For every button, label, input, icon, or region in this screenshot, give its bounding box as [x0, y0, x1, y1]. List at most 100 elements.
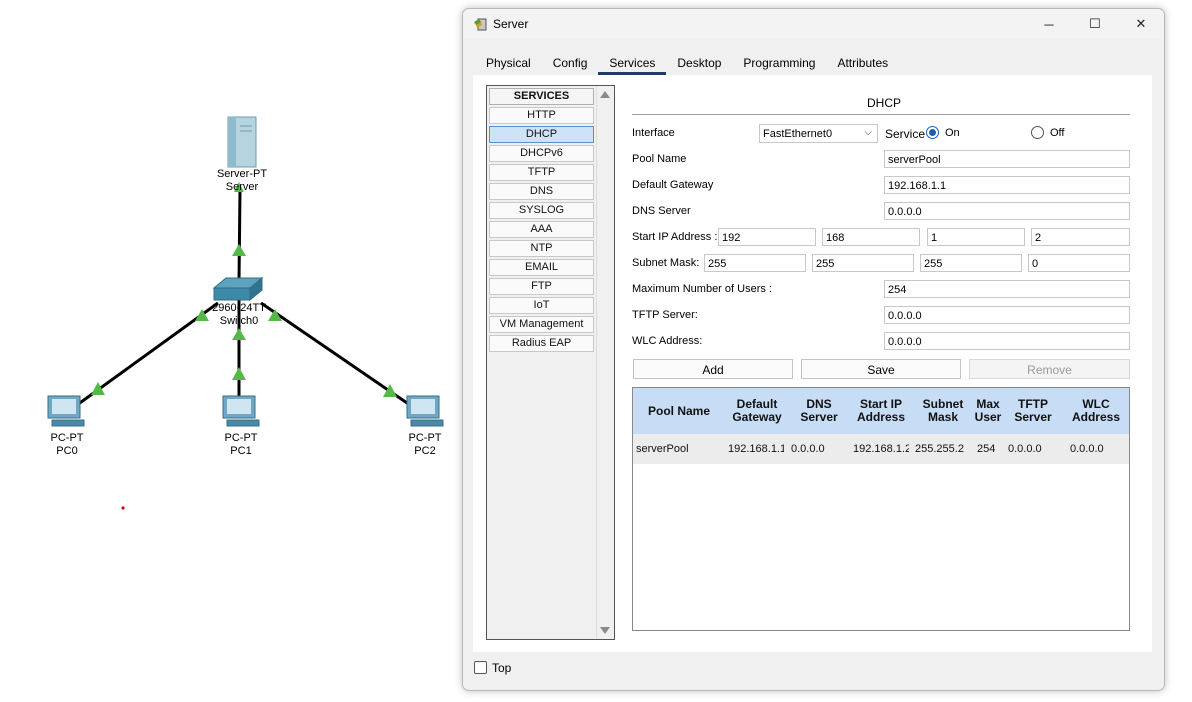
- service-iot[interactable]: IoT: [489, 297, 594, 314]
- max-users-field[interactable]: 254: [884, 280, 1130, 298]
- wlc-address-label: WLC Address:: [632, 335, 703, 347]
- pool-name-field[interactable]: serverPool: [884, 150, 1130, 168]
- cell-pool-name: serverPool: [636, 443, 689, 455]
- tab-physical[interactable]: Physical: [475, 51, 542, 75]
- server-app-icon: [474, 18, 487, 31]
- switch-icon[interactable]: [212, 276, 264, 302]
- start-ip-octet-4[interactable]: 2: [1031, 228, 1130, 246]
- service-tftp[interactable]: TFTP: [489, 164, 594, 181]
- col-header-subnet-mask[interactable]: Subnet Mask: [913, 388, 973, 434]
- cell-wlc-address: 0.0.0.0: [1070, 443, 1104, 455]
- close-button[interactable]: ✕: [1118, 9, 1164, 39]
- remove-button[interactable]: Remove: [969, 359, 1130, 379]
- subnet-mask-octet-1[interactable]: 255: [704, 254, 806, 272]
- device-name-label: PC1: [230, 445, 252, 457]
- device-type-label: PC-PT: [50, 432, 84, 444]
- dns-server-field[interactable]: 0.0.0.0: [884, 202, 1130, 220]
- cursor-dot: [121, 506, 125, 510]
- default-gateway-label: Default Gateway: [632, 179, 714, 191]
- pc-icon[interactable]: [47, 395, 85, 427]
- service-ntp[interactable]: NTP: [489, 240, 594, 257]
- chevron-down-icon: ⌵: [864, 127, 872, 138]
- tftp-server-field[interactable]: 0.0.0.0: [884, 306, 1130, 324]
- add-button[interactable]: Add: [633, 359, 793, 379]
- device-name-label: PC0: [56, 445, 78, 457]
- subnet-mask-octet-4[interactable]: 0: [1028, 254, 1130, 272]
- server-window: Server ─ ☐ ✕ Physical Config Services De…: [462, 8, 1165, 691]
- top-checkbox[interactable]: [474, 661, 487, 674]
- tab-config[interactable]: Config: [541, 51, 599, 75]
- maximize-button[interactable]: ☐: [1072, 9, 1118, 39]
- col-header-tftp-server[interactable]: TFTP Server: [1003, 388, 1063, 434]
- link-server-switch[interactable]: [237, 189, 242, 282]
- service-email[interactable]: EMAIL: [489, 259, 594, 276]
- service-dhcp[interactable]: DHCP: [489, 126, 594, 143]
- minimize-button[interactable]: ─: [1026, 9, 1072, 39]
- service-aaa[interactable]: AAA: [489, 221, 594, 238]
- service-http[interactable]: HTTP: [489, 107, 594, 124]
- subnet-mask-octet-2[interactable]: 255: [812, 254, 914, 272]
- service-radius-eap[interactable]: Radius EAP: [489, 335, 594, 352]
- service-vm-management[interactable]: VM Management: [489, 316, 594, 333]
- link-status-triangle: [232, 367, 246, 380]
- save-button[interactable]: Save: [801, 359, 961, 379]
- service-dns[interactable]: DNS: [489, 183, 594, 200]
- tab-bar: Physical Config Services Desktop Program…: [475, 51, 900, 75]
- col-header-dns-server[interactable]: DNS Server: [789, 388, 849, 434]
- col-header-default-gateway[interactable]: Default Gateway: [725, 388, 789, 434]
- pool-name-label: Pool Name: [632, 153, 687, 165]
- interface-label: Interface: [632, 127, 675, 139]
- services-scrollbar[interactable]: [596, 86, 614, 639]
- topology-canvas[interactable]: [0, 0, 460, 702]
- start-ip-octet-1[interactable]: 192: [718, 228, 816, 246]
- col-header-max-user[interactable]: Max User: [973, 388, 1003, 434]
- service-syslog[interactable]: SYSLOG: [489, 202, 594, 219]
- col-header-pool-name[interactable]: Pool Name: [633, 388, 725, 434]
- col-header-wlc-address[interactable]: WLC Address: [1063, 388, 1129, 434]
- service-dhcpv6[interactable]: DHCPv6: [489, 145, 594, 162]
- title-bar[interactable]: Server ─ ☐ ✕: [463, 9, 1164, 39]
- tab-desktop[interactable]: Desktop: [666, 51, 733, 75]
- server-icon[interactable]: [227, 116, 257, 168]
- wlc-address-field[interactable]: 0.0.0.0: [884, 332, 1130, 350]
- table-header: Pool Name Default Gateway DNS Server Sta…: [633, 388, 1129, 434]
- device-type-label: 2960-24TT: [212, 302, 266, 314]
- device-name-label: Server: [225, 181, 259, 193]
- pc-icon[interactable]: [406, 395, 444, 427]
- device-name-label: PC2: [414, 445, 436, 457]
- tab-programming[interactable]: Programming: [732, 51, 827, 75]
- tab-attributes[interactable]: Attributes: [826, 51, 900, 75]
- cell-default-gateway: 192.168.1.1: [728, 443, 784, 455]
- tftp-server-label: TFTP Server:: [632, 309, 698, 321]
- service-on-radio[interactable]: [926, 126, 939, 139]
- services-list: SERVICES HTTP DHCP DHCPv6 TFTP DNS SYSLO…: [486, 85, 615, 640]
- pc-icon[interactable]: [222, 395, 260, 427]
- tab-services[interactable]: Services: [598, 51, 667, 75]
- services-header: SERVICES: [489, 88, 594, 105]
- cell-dns-server: 0.0.0.0: [791, 443, 825, 455]
- subnet-mask-label: Subnet Mask:: [632, 257, 700, 269]
- dhcp-title-underline: [632, 114, 1130, 115]
- service-off-label: Off: [1050, 127, 1065, 139]
- start-ip-octet-3[interactable]: 1: [927, 228, 1025, 246]
- dns-server-label: DNS Server: [632, 205, 691, 217]
- link-status-triangle: [91, 382, 105, 395]
- interface-select[interactable]: FastEthernet0 ⌵: [759, 124, 878, 143]
- link-status-triangle: [232, 328, 246, 340]
- scroll-down-arrow-icon[interactable]: [600, 627, 610, 634]
- scroll-up-arrow-icon[interactable]: [600, 91, 610, 98]
- col-header-start-ip[interactable]: Start IP Address: [849, 388, 913, 434]
- max-users-label: Maximum Number of Users :: [632, 283, 772, 295]
- link-status-triangle: [383, 384, 397, 397]
- device-type-label: PC-PT: [224, 432, 258, 444]
- default-gateway-field[interactable]: 192.168.1.1: [884, 176, 1130, 194]
- service-off-radio[interactable]: [1031, 126, 1044, 139]
- subnet-mask-octet-3[interactable]: 255: [920, 254, 1022, 272]
- table-row[interactable]: serverPool 192.168.1.1 0.0.0.0 192.168.1…: [633, 434, 1129, 464]
- pool-table: Pool Name Default Gateway DNS Server Sta…: [632, 387, 1130, 631]
- top-checkbox-label: Top: [492, 661, 512, 675]
- service-ftp[interactable]: FTP: [489, 278, 594, 295]
- cell-max-user: 254: [977, 443, 996, 455]
- start-ip-octet-2[interactable]: 168: [822, 228, 920, 246]
- cell-tftp-server: 0.0.0.0: [1008, 443, 1042, 455]
